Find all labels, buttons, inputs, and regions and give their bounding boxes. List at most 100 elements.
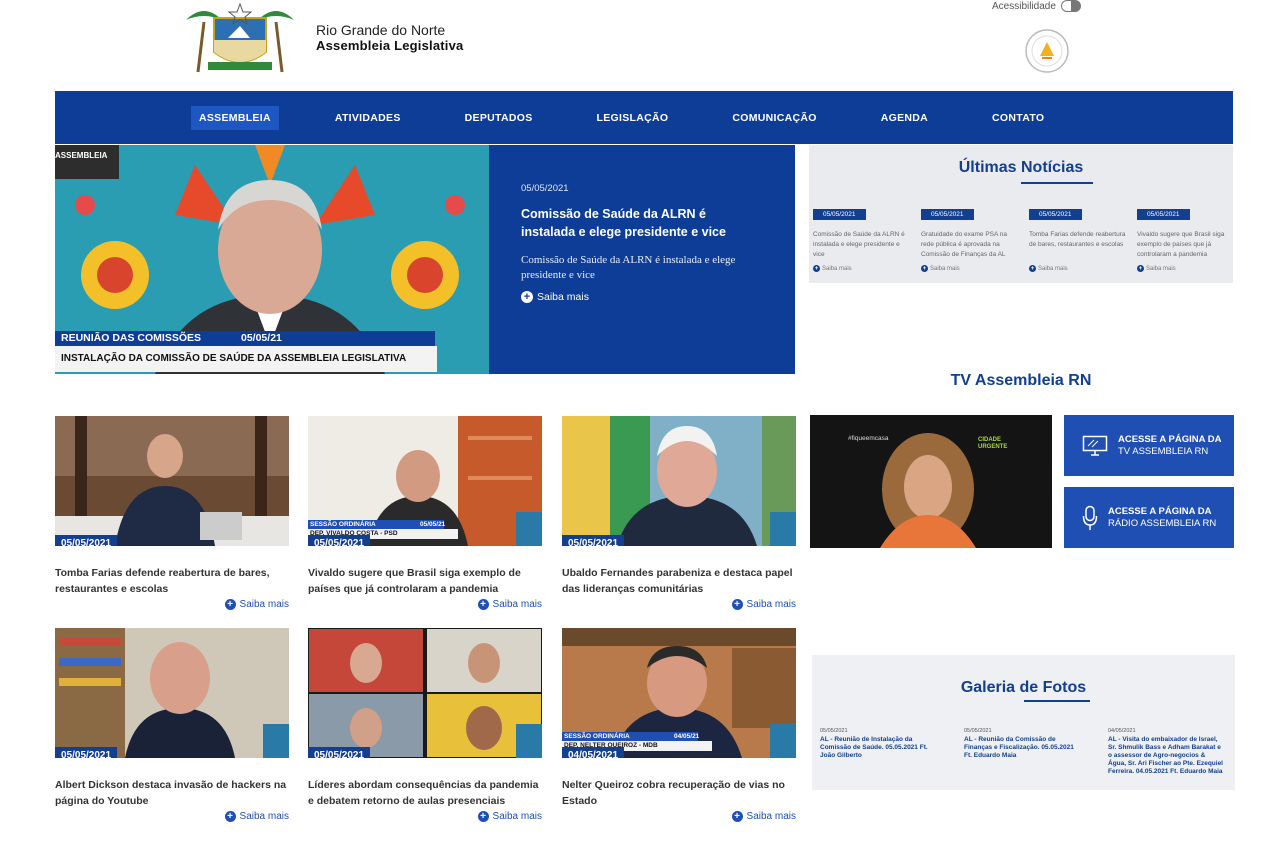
hero-more-link[interactable]: + Saiba mais: [521, 291, 763, 303]
accessibility-toggle-icon[interactable]: [1060, 0, 1081, 12]
nav-item-legislacao[interactable]: LEGISLAÇÃO: [589, 106, 677, 130]
news-overlay-date: 04/05/21: [674, 733, 700, 740]
tv-video-player[interactable]: #fiqueemcasa CIDADE URGENTE: [810, 415, 1052, 548]
news-overlay-label: SESSÃO ORDINÁRIA: [564, 733, 630, 740]
heading-underline: [1024, 700, 1090, 702]
latest-news-more[interactable]: + Saiba mais: [813, 265, 911, 272]
news-thumbnail[interactable]: 05/05/2021: [562, 416, 796, 546]
news-more-label: Saiba mais: [492, 599, 542, 610]
latest-news-more[interactable]: + Saiba mais: [921, 265, 1019, 272]
gallery-date: 05/05/2021: [820, 728, 848, 734]
latest-news-item[interactable]: 05/05/2021 Gratuidade do exame PSA na re…: [921, 203, 1019, 272]
nav-item-atividades[interactable]: ATIVIDADES: [327, 106, 409, 130]
news-title[interactable]: Tomba Farias defende reabertura de bares…: [55, 565, 289, 597]
hero-more-label: Saiba mais: [537, 291, 589, 303]
hero-lower-third-date: 05/05/21: [241, 332, 282, 344]
plus-circle-icon: +: [1137, 265, 1144, 272]
latest-news-more[interactable]: + Saiba mais: [1029, 265, 1127, 272]
radio-page-button[interactable]: ACESSE A PÁGINA DA RÁDIO ASSEMBLEIA RN: [1064, 487, 1234, 548]
tv-heading: TV Assembleia RN: [950, 372, 1092, 389]
news-thumbnail[interactable]: 05/05/2021: [308, 628, 542, 758]
gallery-item[interactable]: 05/05/2021 AL - Reunião de Instalação da…: [820, 728, 936, 760]
news-title[interactable]: Albert Dickson destaca invasão de hacker…: [55, 777, 289, 809]
news-date: 05/05/2021: [308, 535, 371, 546]
news-more-link[interactable]: + Saiba mais: [562, 599, 796, 610]
news-more-link[interactable]: + Saiba mais: [55, 811, 289, 822]
plus-circle-icon: +: [521, 291, 533, 303]
tv-page-button[interactable]: ACESSE A PÁGINA DA TV ASSEMBLEIA RN: [1064, 415, 1234, 476]
latest-news-more-label: Saiba mais: [1038, 265, 1068, 272]
gallery-date: 04/05/2021: [1108, 728, 1136, 734]
news-card[interactable]: 05/05/2021 Ubaldo Fernandes parabeniza e…: [562, 416, 796, 610]
latest-news-date: 05/05/2021: [813, 209, 866, 220]
nav-item-assembleia[interactable]: ASSEMBLEIA: [191, 105, 279, 130]
nav-item-comunicacao[interactable]: COMUNICAÇÃO: [724, 106, 824, 130]
latest-news: Últimas Notícias 05/05/2021 Comissão de …: [809, 145, 1233, 283]
plus-circle-icon: +: [477, 811, 489, 822]
latest-news-more-label: Saiba mais: [930, 265, 960, 272]
news-date: 05/05/2021: [55, 535, 118, 546]
news-date: 05/05/2021: [562, 535, 625, 546]
plus-circle-icon: +: [224, 599, 236, 610]
news-card[interactable]: SESSÃO ORDINÁRIA 05/05/21 DEP. VIVALDO C…: [308, 416, 542, 610]
news-date: 04/05/2021: [562, 747, 625, 758]
plus-circle-icon: +: [224, 811, 236, 822]
plus-circle-icon: +: [921, 265, 928, 272]
nav-item-agenda[interactable]: AGENDA: [873, 106, 936, 130]
hero-title[interactable]: Comissão de Saúde da ALRN é instalada e …: [521, 205, 763, 241]
gallery-title[interactable]: AL - Visita do embaixador de Israel, Sr.…: [1108, 736, 1224, 776]
plus-circle-icon: +: [1029, 265, 1036, 272]
news-thumbnail[interactable]: 05/05/2021: [55, 416, 289, 546]
latest-news-item[interactable]: 05/05/2021 Tomba Farias defende reabertu…: [1029, 203, 1127, 272]
news-title[interactable]: Vivaldo sugere que Brasil siga exemplo d…: [308, 565, 542, 597]
gallery-title[interactable]: AL - Reunião da Comissão de Finanças e F…: [964, 736, 1080, 760]
photo-gallery: Galeria de Fotos 05/05/2021 AL - Reunião…: [812, 655, 1235, 790]
accessibility-label: Acessibilidade: [992, 0, 1056, 12]
latest-news-title[interactable]: Gratuidade do exame PSA na rede pública …: [921, 230, 1019, 260]
gallery-date: 05/05/2021: [964, 728, 992, 734]
news-more-link[interactable]: + Saiba mais: [308, 599, 542, 610]
hero-lower-third-label: REUNIÃO DAS COMISSÕES: [61, 332, 202, 344]
latest-news-heading: Últimas Notícias: [958, 159, 1084, 176]
news-thumbnail[interactable]: SESSÃO ORDINÁRIA 04/05/21 DEP. NELTER QU…: [562, 628, 796, 758]
hero-tag: ASSEMBLEIA: [55, 151, 108, 160]
news-more-link[interactable]: + Saiba mais: [308, 811, 542, 822]
hero-date: 05/05/2021: [521, 183, 569, 194]
gallery-title[interactable]: AL - Reunião de Instalação da Comissão d…: [820, 736, 936, 760]
latest-news-title[interactable]: Vivaldo sugere que Brasil siga exemplo d…: [1137, 230, 1233, 260]
hero-lower-third-title: INSTALAÇÃO DA COMISSÃO DE SAÚDE DA ASSEM…: [61, 353, 407, 364]
news-title[interactable]: Líderes abordam consequências da pandemi…: [308, 777, 542, 809]
latest-news-item[interactable]: 05/05/2021 Comissão de Saúde da ALRN é i…: [813, 203, 911, 272]
news-more-link[interactable]: + Saiba mais: [562, 811, 796, 822]
nav-item-contato[interactable]: CONTATO: [984, 106, 1052, 130]
latest-news-more[interactable]: + Saiba mais: [1137, 265, 1233, 272]
hero-image[interactable]: ASSEMBLEIA REUNIÃO DAS COMISSÕES 05/05/2…: [55, 145, 489, 374]
news-more-link[interactable]: + Saiba mais: [55, 599, 289, 610]
accessibility-toggle[interactable]: Acessibilidade: [992, 0, 1081, 12]
latest-news-title[interactable]: Tomba Farias defende reabertura de bares…: [1029, 230, 1127, 260]
gallery-item[interactable]: 04/05/2021 AL - Visita do embaixador de …: [1108, 728, 1224, 776]
news-more-label: Saiba mais: [239, 811, 289, 822]
site-logo[interactable]: Rio Grande do Norte Assembleia Legislati…: [178, 0, 508, 75]
hero-panel: 05/05/2021 Comissão de Saúde da ALRN é i…: [489, 145, 795, 374]
news-card[interactable]: 05/05/2021 Líderes abordam consequências…: [308, 628, 542, 822]
news-card[interactable]: 05/05/2021 Albert Dickson destaca invasã…: [55, 628, 289, 822]
main-nav: ASSEMBLEIA ATIVIDADES DEPUTADOS LEGISLAÇ…: [55, 91, 1233, 144]
latest-news-title[interactable]: Comissão de Saúde da ALRN é instalada e …: [813, 230, 911, 260]
news-more-label: Saiba mais: [746, 811, 796, 822]
plus-circle-icon: +: [477, 599, 489, 610]
news-card[interactable]: SESSÃO ORDINÁRIA 04/05/21 DEP. NELTER QU…: [562, 628, 796, 822]
news-title[interactable]: Ubaldo Fernandes parabeniza e destaca pa…: [562, 565, 796, 597]
radio-button-line2: RÁDIO ASSEMBLEIA RN: [1108, 517, 1217, 529]
news-card[interactable]: 05/05/2021 Tomba Farias defende reabertu…: [55, 416, 289, 610]
latest-news-more-label: Saiba mais: [1146, 265, 1176, 272]
news-more-label: Saiba mais: [492, 811, 542, 822]
news-thumbnail[interactable]: 05/05/2021: [55, 628, 289, 758]
news-more-label: Saiba mais: [239, 599, 289, 610]
nav-item-deputados[interactable]: DEPUTADOS: [457, 106, 541, 130]
news-thumbnail[interactable]: SESSÃO ORDINÁRIA 05/05/21 DEP. VIVALDO C…: [308, 416, 542, 546]
latest-news-item[interactable]: 05/05/2021 Vivaldo sugere que Brasil sig…: [1137, 203, 1233, 272]
brand-name: Assembleia Legislativa: [316, 38, 464, 53]
gallery-item[interactable]: 05/05/2021 AL - Reunião da Comissão de F…: [964, 728, 1080, 760]
news-title[interactable]: Nelter Queiroz cobra recuperação de vias…: [562, 777, 796, 809]
